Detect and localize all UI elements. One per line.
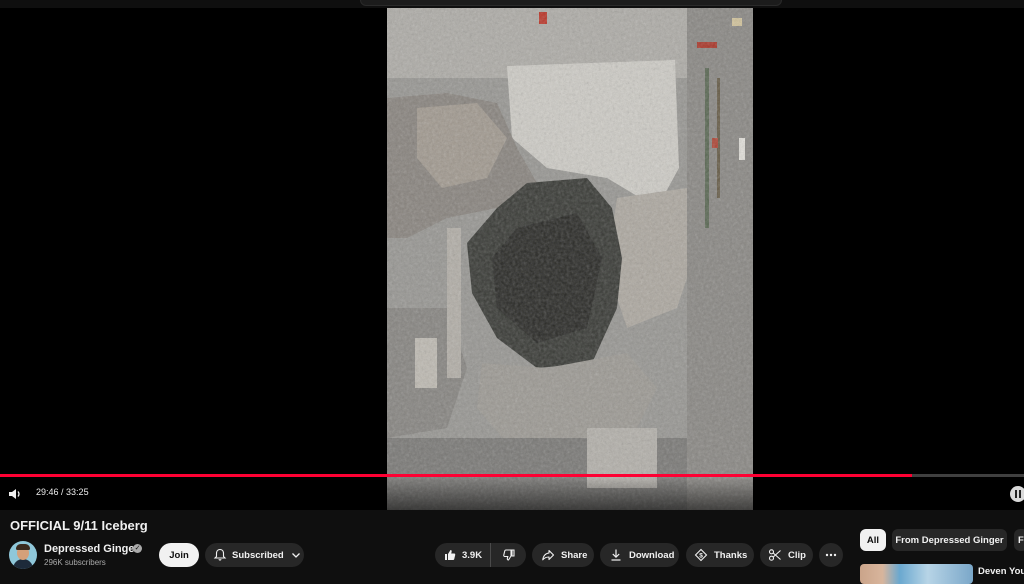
progress-played (0, 474, 913, 477)
bell-icon (213, 548, 227, 561)
more-actions-button[interactable] (819, 543, 843, 567)
clip-label: Clip (788, 549, 806, 561)
super-thanks-icon: $ (694, 548, 708, 562)
time-current: 29:46 (36, 487, 59, 497)
pause-icon[interactable] (1010, 486, 1024, 502)
video-title: OFFICIAL 9/11 Iceberg (10, 518, 148, 533)
search-bar-edge[interactable] (360, 0, 782, 6)
masthead-strip (0, 0, 1024, 8)
like-count: 3.9K (462, 549, 483, 561)
subscribed-button[interactable]: Subscribed (205, 543, 304, 567)
channel-avatar[interactable] (9, 541, 37, 569)
video-frame[interactable] (387, 8, 753, 510)
like-dislike-group: 3.9K (435, 543, 526, 567)
scissors-icon (768, 549, 781, 561)
time-total: 33:25 (66, 487, 89, 497)
subscriber-count: 296K subscribers (44, 558, 106, 567)
time-display: 29:46 / 33:25 (36, 487, 89, 497)
thumbs-down-icon (502, 549, 515, 561)
more-horizontal-icon (825, 553, 837, 557)
volume-icon[interactable] (6, 485, 24, 503)
download-icon (611, 549, 621, 561)
share-button[interactable]: Share (532, 543, 594, 567)
verified-check-icon: ✓ (133, 544, 142, 553)
related-video-thumbnail[interactable] (860, 564, 973, 584)
thanks-label: Thanks (714, 549, 748, 561)
chevron-down-icon (291, 553, 300, 558)
share-label: Share (561, 549, 588, 561)
download-button[interactable]: Download (600, 543, 679, 567)
download-label: Download (629, 549, 675, 561)
like-button[interactable]: 3.9K (435, 543, 491, 567)
thumbs-up-icon (445, 550, 456, 560)
player-controls: 29:46 / 33:25 (0, 478, 1024, 510)
related-video-title[interactable]: Deven Your (978, 566, 1024, 577)
progress-bar[interactable] (0, 474, 1024, 477)
subscribed-label: Subscribed (232, 549, 284, 561)
chip-from-channel[interactable]: From Depressed Ginger (892, 529, 1007, 551)
join-button[interactable]: Join (159, 543, 199, 567)
video-player[interactable]: 29:46 / 33:25 (0, 0, 1024, 510)
chip-all[interactable]: All (860, 529, 886, 551)
aerial-rubble-image (387, 8, 753, 510)
clip-button[interactable]: Clip (760, 543, 813, 567)
time-separator: / (58, 487, 67, 497)
dislike-button[interactable] (491, 543, 526, 567)
svg-text:$: $ (699, 553, 703, 560)
share-arrow-icon (542, 549, 555, 561)
channel-name[interactable]: Depressed Ginger (44, 543, 139, 555)
chip-next[interactable]: F (1014, 529, 1024, 551)
thanks-button[interactable]: $ Thanks (686, 543, 754, 567)
